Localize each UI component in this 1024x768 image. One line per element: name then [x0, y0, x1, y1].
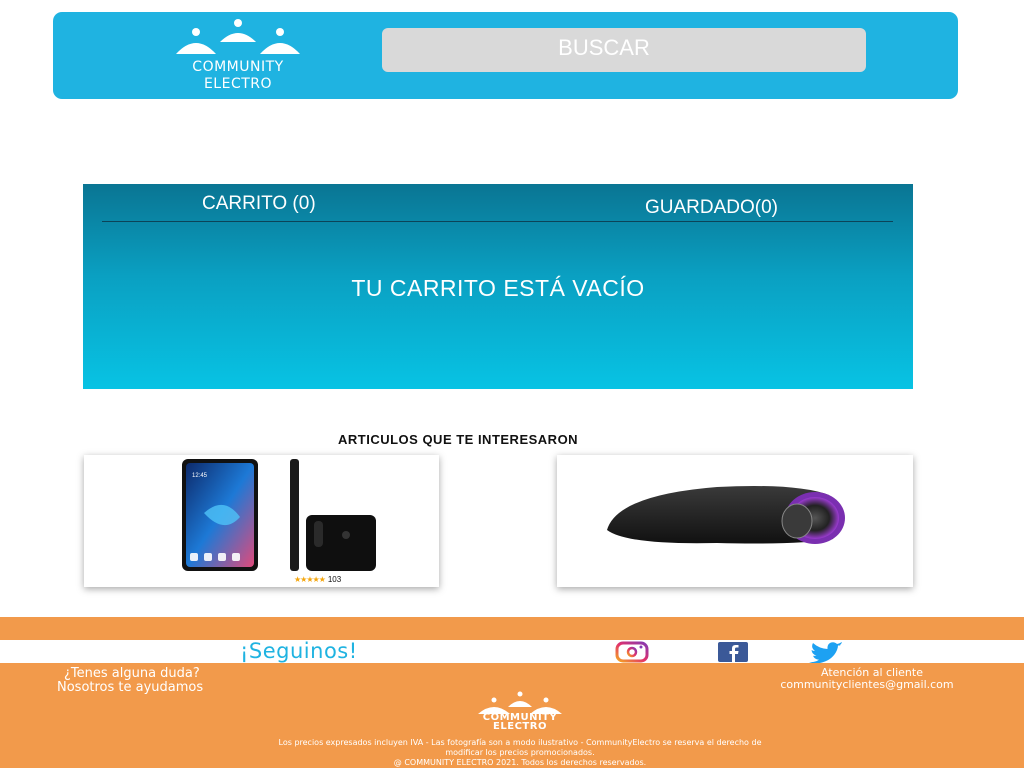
search-button[interactable]: BUSCAR [382, 28, 866, 72]
customer-service: Atención al cliente communityclientes@gm… [760, 667, 974, 691]
legal-line-3: @ COMMUNITY ELECTRO 2021. Todos los dere… [393, 758, 647, 767]
bluetooth-speaker-image [607, 486, 845, 544]
tab-divider [102, 221, 893, 222]
rating-stars: ★★★★★ [294, 575, 326, 584]
logo-text-line2: ELECTRO [203, 76, 273, 92]
tab-cart[interactable]: CARRITO (0) [202, 193, 316, 215]
logo-text-line1: COMMUNITY [192, 59, 284, 75]
help-text: ¿Tenes alguna duda? Nosotros te ayudamos [57, 667, 203, 695]
community-electro-logo[interactable]: COMMUNITY ELECTRO [163, 18, 313, 96]
rating-count: 103 [327, 575, 342, 584]
social-strip: ¡Seguinos! [0, 639, 1024, 664]
logo-figures-icon [176, 19, 300, 54]
legal-line-2: modificar los precios promocionados. [445, 748, 595, 757]
help-line-1: ¿Tenes alguna duda? [64, 666, 200, 681]
footer: ¡Seguinos! ¿Tenes alguna duda? Nosotros … [0, 617, 1024, 768]
product-card-speaker[interactable] [557, 455, 913, 587]
follow-us-text: ¡Seguinos! [240, 639, 358, 663]
legal-text: Los precios expresados incluyen IVA - La… [170, 738, 870, 768]
svg-text:12:45: 12:45 [192, 473, 208, 479]
help-line-2: Nosotros te ayudamos [57, 680, 204, 695]
empty-cart-message: TU CARRITO ESTÁ VACÍO [351, 275, 645, 301]
facebook-icon[interactable] [717, 641, 749, 668]
twitter-icon[interactable] [806, 641, 846, 668]
contact-email[interactable]: communityclientes@gmail.com [760, 679, 974, 691]
recommended-title: ARTICULOS QUE TE INTERESARON [338, 432, 579, 447]
footer-logo-line2: ELECTRO [493, 721, 547, 732]
product-card-phone[interactable]: 12:45 ★★★★★ 103 [84, 455, 439, 587]
instagram-icon[interactable] [615, 641, 649, 668]
product-rating: ★★★★★ 103 [294, 575, 341, 584]
legal-line-1: Los precios expresados incluyen IVA - La… [278, 738, 762, 747]
cart-panel: CARRITO (0) GUARDADO(0) TU CARRITO ESTÁ … [83, 184, 913, 389]
smartphone-image: 12:45 [182, 459, 376, 571]
footer-logo[interactable]: COMMUNITY ELECTRO [450, 691, 590, 735]
header-bar: COMMUNITY ELECTRO BUSCAR [53, 12, 958, 99]
tab-saved[interactable]: GUARDADO(0) [645, 197, 778, 219]
